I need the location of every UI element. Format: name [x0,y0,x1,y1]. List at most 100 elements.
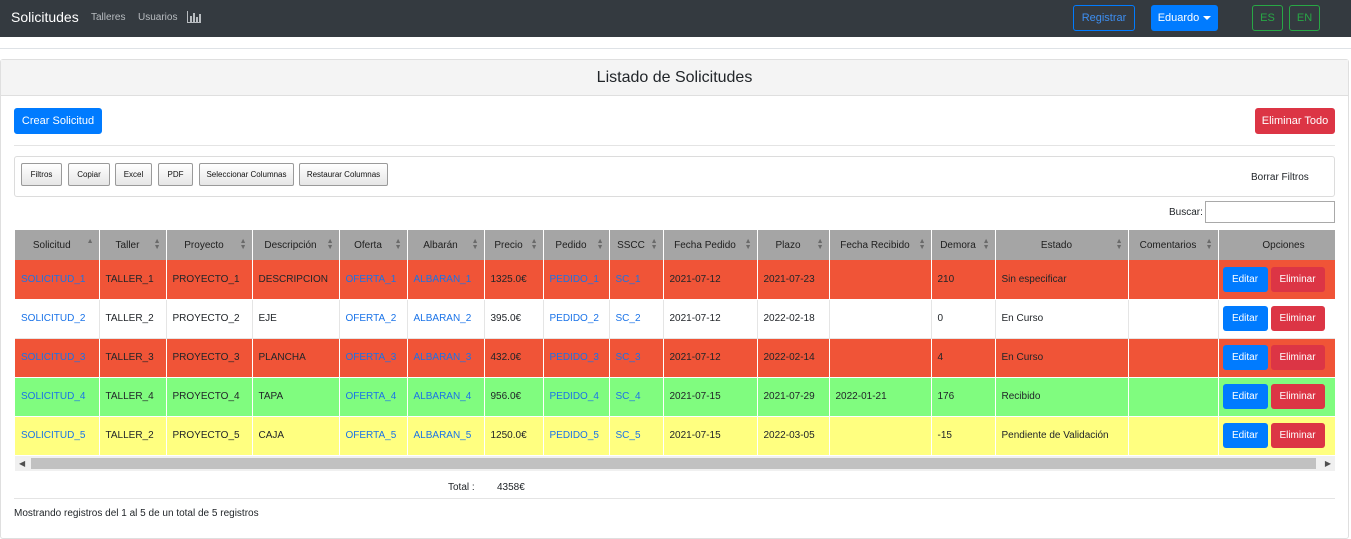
card-title: Listado de Solicitudes [1,60,1348,96]
lang-es-button[interactable]: ES [1252,5,1283,31]
column-header[interactable]: Demora ▲ ▼ [931,230,996,260]
sort-icon: ▲ ▼ [394,238,402,251]
brand-link[interactable]: Solicitudes [11,9,79,25]
table-cell-link[interactable]: PEDIDO_4 [543,377,610,417]
column-header[interactable]: Pedido ▲ ▼ [543,230,610,260]
table-cell: -15 [931,416,996,456]
edit-button[interactable]: Editar [1222,423,1268,448]
select-columns-button[interactable]: Seleccionar Columnas [199,163,294,186]
requests-table-wrapper: Solicitud ▲ Taller ▲ ▼ Proyecto ▲ ▼ Descripción ▲… [15,230,1335,456]
bar-chart-icon[interactable] [187,11,201,23]
horizontal-scrollbar[interactable]: ◀ ▶ [15,456,1335,471]
table-cell [1128,377,1219,417]
sort-icon: ▲ ▼ [982,238,990,251]
table-cell-link[interactable]: OFERTA_3 [339,338,408,378]
scroll-left-icon[interactable]: ◀ [19,459,25,468]
table-cell: 956.0€ [484,377,544,417]
delete-all-button[interactable]: Eliminar Todo [1255,108,1335,134]
edit-button[interactable]: Editar [1222,345,1268,370]
edit-button[interactable]: Editar [1222,384,1268,409]
table-cell-link[interactable]: SOLICITUD_3 [15,338,100,378]
column-header[interactable]: Oferta ▲ ▼ [339,230,408,260]
scroll-right-icon[interactable]: ▶ [1325,459,1331,468]
table-cell: PROYECTO_1 [166,260,253,300]
column-header-label: Opciones [1262,239,1305,251]
column-header-label: Taller [115,239,140,251]
column-header[interactable]: Albarán ▲ ▼ [407,230,485,260]
column-header[interactable]: Solicitud ▲ [15,230,100,260]
table-cell-link[interactable]: ALBARAN_1 [407,260,485,300]
restore-columns-button[interactable]: Restaurar Columnas [299,163,388,186]
table-cell: En Curso [995,299,1129,339]
filters-button[interactable]: Filtros [21,163,62,186]
table-cell-link[interactable]: SC_3 [609,338,664,378]
column-header[interactable]: Taller ▲ ▼ [99,230,167,260]
column-header[interactable]: Plazo ▲ ▼ [757,230,830,260]
user-dropdown-button[interactable]: Eduardo [1151,5,1218,31]
table-cell-link[interactable]: ALBARAN_5 [407,416,485,456]
total-label: Total : [448,482,475,493]
lang-en-button[interactable]: EN [1289,5,1320,31]
table-row: SOLICITUD_5 TALLER_2 PROYECTO_5 CAJA OFERTA_… [15,416,1335,456]
table-cell: TALLER_1 [99,260,167,300]
table-cell: TALLER_2 [99,299,167,339]
table-cell-link[interactable]: SOLICITUD_2 [15,299,100,339]
excel-button[interactable]: Excel [115,163,152,186]
table-cell-link[interactable]: ALBARAN_4 [407,377,485,417]
table-cell: TALLER_2 [99,416,167,456]
nav-link-talleres[interactable]: Talleres [91,12,125,23]
table-cell-link[interactable]: OFERTA_2 [339,299,408,339]
sort-icon: ▲ ▼ [471,238,479,251]
table-header-row: Solicitud ▲ Taller ▲ ▼ Proyecto ▲ ▼ Descripción ▲… [15,230,1335,260]
clear-filters-link[interactable]: Borrar Filtros [1251,172,1309,183]
table-cell-link[interactable]: SC_2 [609,299,664,339]
pdf-button[interactable]: PDF [158,163,193,186]
edit-button[interactable]: Editar [1222,306,1268,331]
table-cell-link[interactable]: SC_5 [609,416,664,456]
column-header[interactable]: Estado ▲ ▼ [995,230,1129,260]
table-cell [829,299,932,339]
column-header[interactable]: Precio ▲ ▼ [484,230,544,260]
delete-button[interactable]: Eliminar [1270,384,1325,409]
delete-button[interactable]: Eliminar [1270,423,1325,448]
table-cell-link[interactable]: PEDIDO_3 [543,338,610,378]
table-cell-link[interactable]: ALBARAN_3 [407,338,485,378]
column-header[interactable]: Opciones▲▼ [1218,230,1335,260]
column-header[interactable]: Fecha Recibido ▲ ▼ [829,230,932,260]
delete-button[interactable]: Eliminar [1270,266,1325,292]
table-cell-link[interactable]: SOLICITUD_4 [15,377,100,417]
table-cell-link[interactable]: SOLICITUD_5 [15,416,100,456]
table-cell: TALLER_4 [99,377,167,417]
column-header-label: Comentarios [1139,239,1197,251]
table-cell-link[interactable]: SC_4 [609,377,664,417]
column-header[interactable]: Descripción ▲ ▼ [252,230,340,260]
column-header[interactable]: Fecha Pedido ▲ ▼ [663,230,758,260]
edit-button[interactable]: Editar [1222,266,1268,292]
table-cell-link[interactable]: OFERTA_4 [339,377,408,417]
table-cell-link[interactable]: SOLICITUD_1 [15,260,100,300]
table-cell-link[interactable]: PEDIDO_1 [543,260,610,300]
table-cell: 2021-07-12 [663,338,758,378]
nav-link-usuarios[interactable]: Usuarios [138,12,177,23]
column-header[interactable]: SSCC ▲ ▼ [609,230,664,260]
create-request-button[interactable]: Crear Solicitud [14,108,102,134]
column-header[interactable]: Comentarios ▲ ▼ [1128,230,1219,260]
sort-icon: ▲ ▼ [1115,238,1123,251]
delete-button[interactable]: Eliminar [1270,345,1325,370]
search-input[interactable] [1205,201,1335,223]
column-header[interactable]: Proyecto ▲ ▼ [166,230,253,260]
table-cell: PLANCHA [252,338,340,378]
table-info: Mostrando registros del 1 al 5 de un tot… [14,508,259,519]
sort-icon: ▲ ▼ [596,238,604,251]
table-cell-link[interactable]: PEDIDO_5 [543,416,610,456]
table-cell-link[interactable]: SC_1 [609,260,664,300]
table-cell-link[interactable]: PEDIDO_2 [543,299,610,339]
scrollbar-thumb[interactable] [31,458,1316,469]
table-cell-link[interactable]: ALBARAN_2 [407,299,485,339]
table-cell [829,338,932,378]
table-cell-link[interactable]: OFERTA_5 [339,416,408,456]
register-button[interactable]: Registrar [1073,5,1135,31]
delete-button[interactable]: Eliminar [1270,306,1325,331]
copy-button[interactable]: Copiar [68,163,110,186]
table-cell-link[interactable]: OFERTA_1 [339,260,408,300]
